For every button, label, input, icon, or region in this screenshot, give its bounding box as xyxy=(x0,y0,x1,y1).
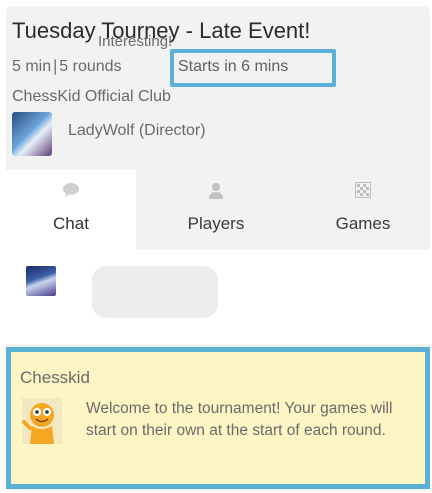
tournament-meta: 5 min | 5 rounds xyxy=(12,58,122,76)
notice-message: Welcome to the tournament! Your games wi… xyxy=(86,400,393,439)
tab-bar: Chat Players Games xyxy=(6,170,430,250)
starts-countdown: Starts in 6 mins xyxy=(178,58,289,75)
director-name[interactable]: LadyWolf (Director) xyxy=(68,122,206,140)
notice-sender: Chesskid xyxy=(20,368,90,387)
chat-message-bubble xyxy=(92,266,218,318)
rounds-text: 5 rounds xyxy=(59,58,122,75)
person-icon xyxy=(136,182,296,205)
grid-board-icon xyxy=(296,182,430,203)
tab-players[interactable]: Players xyxy=(136,170,296,250)
tab-chat-label: Chat xyxy=(53,214,89,233)
club-name: ChessKid Official Club xyxy=(12,88,171,105)
chat-bubble-icon xyxy=(6,182,136,203)
meta-separator: | xyxy=(53,58,58,75)
chat-area[interactable] xyxy=(6,250,430,344)
tab-chat[interactable]: Chat xyxy=(6,170,136,250)
tab-players-label: Players xyxy=(187,214,245,233)
tab-games-label: Games xyxy=(335,214,391,233)
chat-message-text: Interesting! xyxy=(98,33,173,50)
tab-games[interactable]: Games xyxy=(296,170,430,250)
duration-text: 5 min xyxy=(12,58,52,75)
director-avatar[interactable] xyxy=(12,112,52,156)
chesskid-mascot-icon xyxy=(22,398,62,444)
chat-user-avatar xyxy=(26,266,56,296)
